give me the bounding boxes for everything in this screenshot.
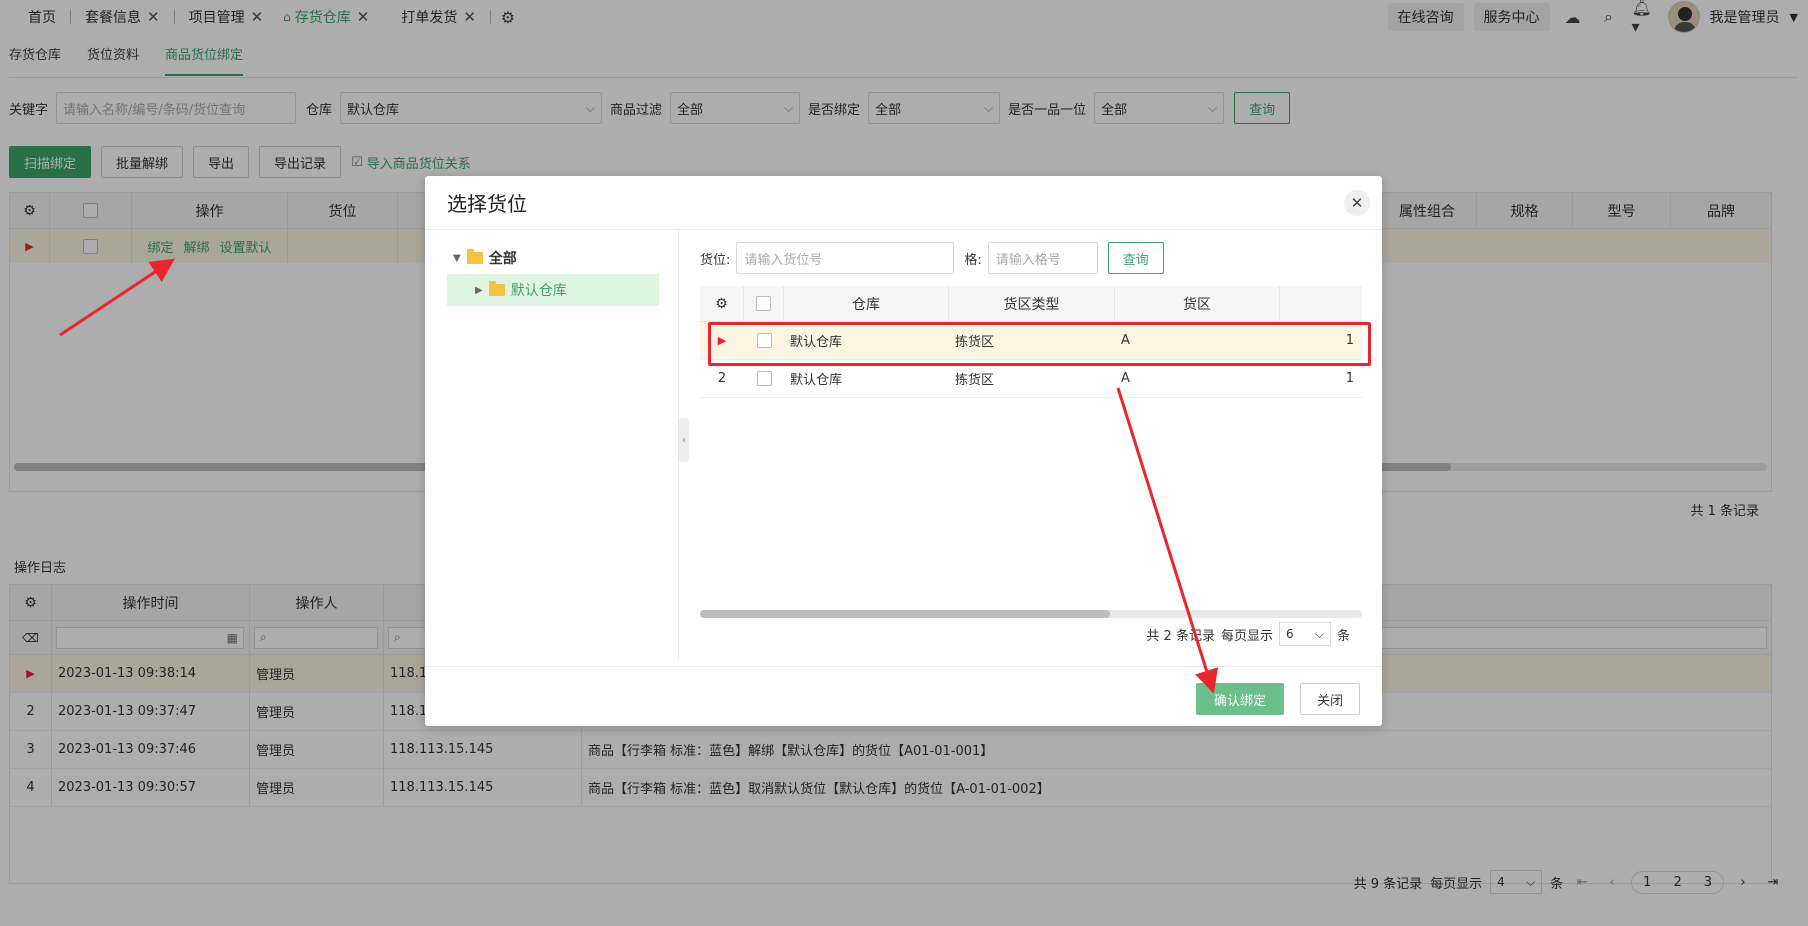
- cell-label: 格:: [964, 252, 982, 268]
- folder-icon: [488, 281, 505, 296]
- dialog-title: 选择货位: [425, 176, 1382, 230]
- gear-icon[interactable]: ⚙: [700, 286, 744, 321]
- tree-node-label: 全部: [488, 251, 517, 267]
- location-input[interactable]: 请输入货位号: [736, 242, 955, 274]
- location-search-bar: 货位: 请输入货位号 格: 请输入格号 查询: [700, 242, 1164, 274]
- header-zone-type: 货区类型: [949, 286, 1115, 321]
- folder-icon: [466, 249, 483, 264]
- header-warehouse: 仓库: [784, 286, 949, 321]
- scrollbar-thumb[interactable]: [700, 610, 1111, 618]
- pager-total: 共 2 条记录: [1146, 628, 1215, 644]
- row-checkbox[interactable]: [756, 371, 772, 386]
- header-extra: [1280, 286, 1362, 321]
- per-page-value: 6: [1285, 627, 1294, 641]
- tree-node-default-warehouse[interactable]: ▶ 默认仓库: [447, 274, 659, 306]
- dialog-footer: 确认绑定 关闭: [425, 666, 1382, 726]
- dialog-query-button[interactable]: 查询: [1107, 242, 1164, 274]
- confirm-bind-button[interactable]: 确认绑定: [1195, 683, 1284, 715]
- cell-input[interactable]: 请输入格号: [987, 242, 1098, 274]
- close-button[interactable]: 关闭: [1299, 683, 1360, 715]
- caret-down-icon[interactable]: ▼: [453, 253, 461, 264]
- close-icon[interactable]: ✕: [1344, 190, 1370, 216]
- collapse-handle[interactable]: ‹: [679, 418, 689, 462]
- horizontal-scrollbar[interactable]: [700, 610, 1362, 618]
- tree-node-all[interactable]: ▼ 全部: [447, 242, 659, 274]
- warehouse-tree: ▼ 全部 ▶ 默认仓库: [447, 242, 659, 306]
- caret-right-icon[interactable]: ▶: [475, 285, 483, 296]
- annotation-highlight-box: [708, 322, 1371, 366]
- dialog-pager: 共 2 条记录 每页显示 6 ⌵ 条: [1146, 622, 1350, 646]
- location-label: 货位:: [700, 252, 731, 268]
- pager-per-page-label: 每页显示: [1220, 628, 1273, 644]
- per-page-select[interactable]: 6 ⌵: [1278, 622, 1331, 646]
- select-all-cell: [744, 286, 784, 321]
- tree-node-label: 默认仓库: [510, 283, 567, 299]
- select-all-checkbox[interactable]: [756, 296, 771, 311]
- location-table-header: ⚙ 仓库 货区类型 货区: [700, 286, 1362, 322]
- select-location-dialog: 选择货位 ✕ ▼ 全部 ▶ 默认仓库 ‹ 货位: 请输入货位号 格: 请输入格号…: [425, 176, 1382, 726]
- pager-unit: 条: [1336, 628, 1350, 644]
- chevron-down-icon: ⌵: [1314, 626, 1324, 641]
- header-zone: 货区: [1115, 286, 1280, 321]
